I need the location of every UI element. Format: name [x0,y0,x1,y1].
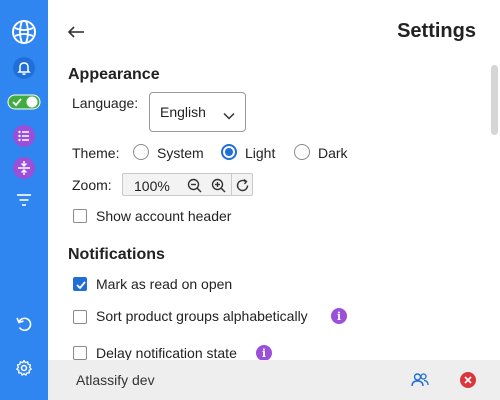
account-name: Atlassify dev [76,372,155,388]
info-icon[interactable]: i [256,345,272,361]
reset-zoom-icon[interactable] [233,176,251,194]
theme-label: Theme: [72,145,120,161]
page-title: Settings [397,20,476,42]
theme-option-system: System [157,145,204,161]
mark-as-read-checkbox[interactable] [73,277,87,291]
gear-icon[interactable] [0,352,48,384]
list-icon[interactable] [0,120,48,152]
chevron-down-icon [223,107,235,123]
back-arrow-icon[interactable] [64,20,88,44]
language-select[interactable]: English [149,92,246,132]
delay-notification-checkbox[interactable] [73,346,87,360]
undo-icon[interactable] [0,308,48,340]
theme-option-dark: Dark [318,145,348,161]
show-account-header-label: Show account header [96,208,232,224]
language-label: Language: [72,95,139,111]
zoom-control: 100% [122,173,253,196]
theme-radio-dark[interactable] [294,144,310,160]
sidebar [0,0,48,400]
account-footer: Atlassify dev [48,360,500,400]
scrollbar[interactable] [491,65,498,135]
zoom-label: Zoom: [72,177,112,193]
show-account-header-checkbox[interactable] [73,209,87,223]
filter-icon[interactable] [0,184,48,216]
theme-radio-light[interactable] [221,144,237,160]
zoom-out-icon[interactable] [185,176,203,194]
users-icon[interactable] [410,370,430,390]
delay-notification-label: Delay notification state [96,345,237,361]
bell-icon[interactable] [0,52,48,84]
notifications-section-title: Notifications [68,246,165,263]
toggle-icon[interactable] [0,86,48,118]
appearance-section-title: Appearance [68,66,160,83]
sort-product-groups-checkbox[interactable] [73,310,87,324]
language-value: English [160,104,206,120]
zoom-in-icon[interactable] [209,176,227,194]
collapse-icon[interactable] [0,152,48,184]
info-icon[interactable]: i [331,308,347,324]
zoom-divider [231,174,232,195]
zoom-value: 100% [134,178,170,194]
close-circle-icon[interactable] [458,370,478,390]
sort-product-groups-label: Sort product groups alphabetically [96,308,308,324]
theme-radio-system[interactable] [133,144,149,160]
mark-as-read-label: Mark as read on open [96,276,233,292]
globe-icon[interactable] [0,16,48,48]
theme-option-light: Light [245,145,276,161]
settings-panel: Settings Appearance Language: English Th… [48,0,500,400]
